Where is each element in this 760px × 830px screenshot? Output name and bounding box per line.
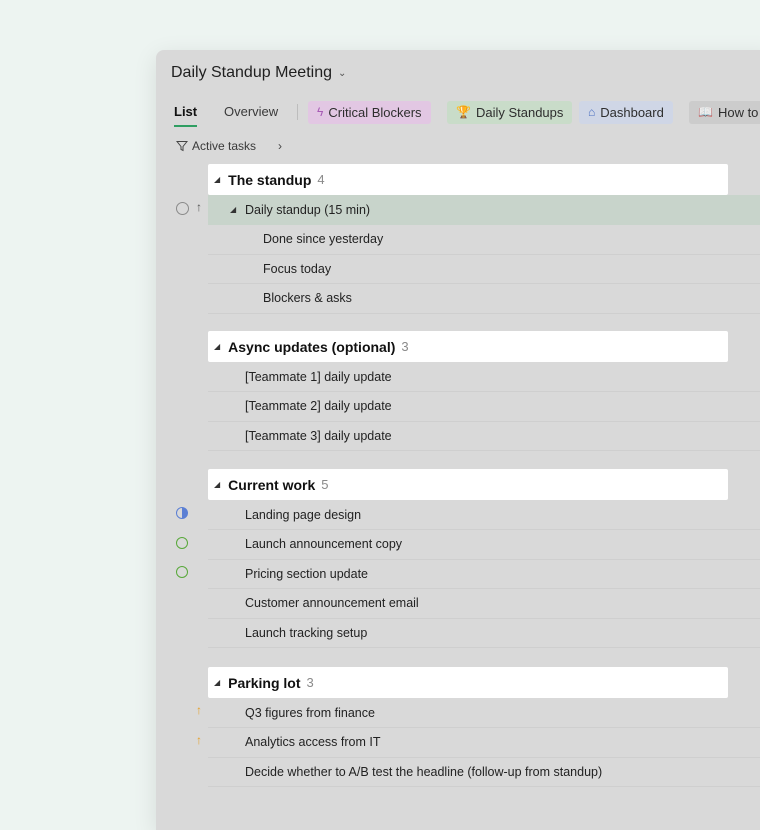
- section-header[interactable]: ◢ Parking lot 3: [208, 667, 728, 698]
- task-row[interactable]: Pricing section update: [208, 559, 760, 589]
- task-row[interactable]: [Teammate 3] daily update: [208, 421, 760, 451]
- task-title: Launch announcement copy: [245, 537, 403, 551]
- page-title[interactable]: Daily Standup Meeting ⌄: [171, 64, 346, 82]
- tab-daily-standups[interactable]: 🏆 Daily Standups: [447, 101, 573, 124]
- collapse-triangle-icon[interactable]: ◢: [214, 678, 220, 687]
- home-icon: ⌂: [588, 105, 596, 119]
- section-header[interactable]: ◢ The standup 4: [208, 164, 728, 195]
- task-title: Pricing section update: [245, 566, 368, 581]
- task-title: [Teammate 3] daily update: [245, 428, 392, 443]
- lightning-icon: ϟ: [317, 105, 324, 119]
- tab-overview[interactable]: Overview: [224, 100, 278, 123]
- task-row[interactable]: Focus today: [208, 254, 760, 284]
- filter-label: Active tasks: [192, 139, 257, 153]
- task-title: Landing page design: [245, 507, 362, 522]
- collapse-triangle-icon[interactable]: ◢: [214, 480, 220, 489]
- filter-icon: [176, 141, 188, 152]
- task-title: Decide whether to A/B test the headline …: [245, 764, 603, 779]
- task-row[interactable]: Landing page design: [208, 500, 760, 530]
- task-title: [Teammate 2] daily update: [245, 399, 392, 413]
- task-row[interactable]: Q3 figures from finance: [208, 698, 760, 728]
- task-row[interactable]: [Teammate 2] daily update: [208, 392, 760, 422]
- section-count: 3: [401, 339, 409, 354]
- checkbox-circle-icon[interactable]: [176, 202, 189, 215]
- tab-how-to[interactable]: 📖 How to: [689, 101, 760, 124]
- section-name: The standup: [228, 171, 312, 188]
- task-row[interactable]: Analytics access from IT: [208, 728, 760, 758]
- app-window: Daily Standup Meeting ⌄ List Overview ϟC…: [156, 50, 760, 830]
- chevron-down-icon[interactable]: ⌄: [338, 68, 346, 79]
- collapse-triangle-icon[interactable]: ◢: [214, 175, 220, 184]
- tab-dashboard[interactable]: ⌂ Dashboard: [579, 101, 673, 124]
- section-name: Current work: [228, 476, 316, 493]
- task-title: Blockers & asks: [263, 291, 352, 305]
- task-title: [Teammate 1] daily update: [245, 369, 392, 384]
- collapse-triangle-icon[interactable]: ◢: [214, 342, 220, 351]
- filter-bar[interactable]: Active tasks ›: [176, 139, 282, 153]
- timer-icon[interactable]: [176, 566, 188, 578]
- collapse-triangle-icon[interactable]: ◢: [230, 205, 236, 214]
- trophy-icon: 🏆: [456, 105, 471, 119]
- section-name: Parking lot: [228, 674, 301, 691]
- chevron-right-icon[interactable]: ›: [278, 139, 282, 153]
- tab-label: How to: [717, 105, 759, 120]
- section-name: Async updates (optional): [228, 338, 396, 355]
- task-row[interactable]: [Teammate 1] daily update: [208, 362, 760, 392]
- section-count: 3: [306, 675, 314, 690]
- tab-list[interactable]: List: [174, 100, 198, 127]
- task-row[interactable]: Decide whether to A/B test the headline …: [208, 757, 760, 787]
- task-title: Analytics access from IT: [245, 735, 381, 749]
- task-row[interactable]: Blockers & asks: [208, 284, 760, 314]
- task-row[interactable]: Launch tracking setup: [208, 618, 760, 648]
- tab-label: Dashboard: [600, 105, 664, 120]
- task-title: Focus today: [263, 261, 332, 276]
- task-title: Q3 figures from finance: [245, 705, 375, 720]
- priority-up-icon[interactable]: ↑: [196, 703, 202, 717]
- task-row[interactable]: Done since yesterday: [208, 225, 760, 255]
- task-row[interactable]: Customer announcement email: [208, 589, 760, 619]
- section-header[interactable]: ◢ Current work 5: [208, 469, 728, 500]
- task-title: Customer announcement email: [245, 596, 419, 610]
- task-title: Launch tracking setup: [245, 625, 368, 640]
- view-tabs: List Overview ϟ Critical Blockers 🏆 Daily S…: [156, 100, 760, 128]
- priority-up-icon[interactable]: ↑: [196, 733, 202, 747]
- task-row[interactable]: ◢ Daily standup (15 min): [208, 195, 760, 225]
- tab-divider: [297, 104, 298, 120]
- tab-label: Daily Standups: [475, 105, 564, 120]
- tab-label: Critical Blockers: [328, 105, 422, 120]
- section-count: 4: [317, 172, 325, 187]
- priority-up-icon[interactable]: ↑: [196, 200, 202, 214]
- page-title-text: Daily Standup Meeting: [171, 64, 332, 81]
- timer-icon[interactable]: [176, 536, 188, 549]
- task-row[interactable]: Launch announcement copy: [208, 530, 760, 560]
- section-header[interactable]: ◢ Async updates (optional) 3: [208, 331, 728, 362]
- task-title: Daily standup (15 min): [245, 202, 371, 217]
- task-title: Done since yesterday: [263, 232, 384, 246]
- tab-critical-blockers[interactable]: ϟ Critical Blockers: [308, 101, 431, 124]
- half-circle-icon[interactable]: [176, 507, 188, 519]
- book-icon: 📖: [698, 105, 713, 119]
- section-count: 5: [321, 477, 329, 492]
